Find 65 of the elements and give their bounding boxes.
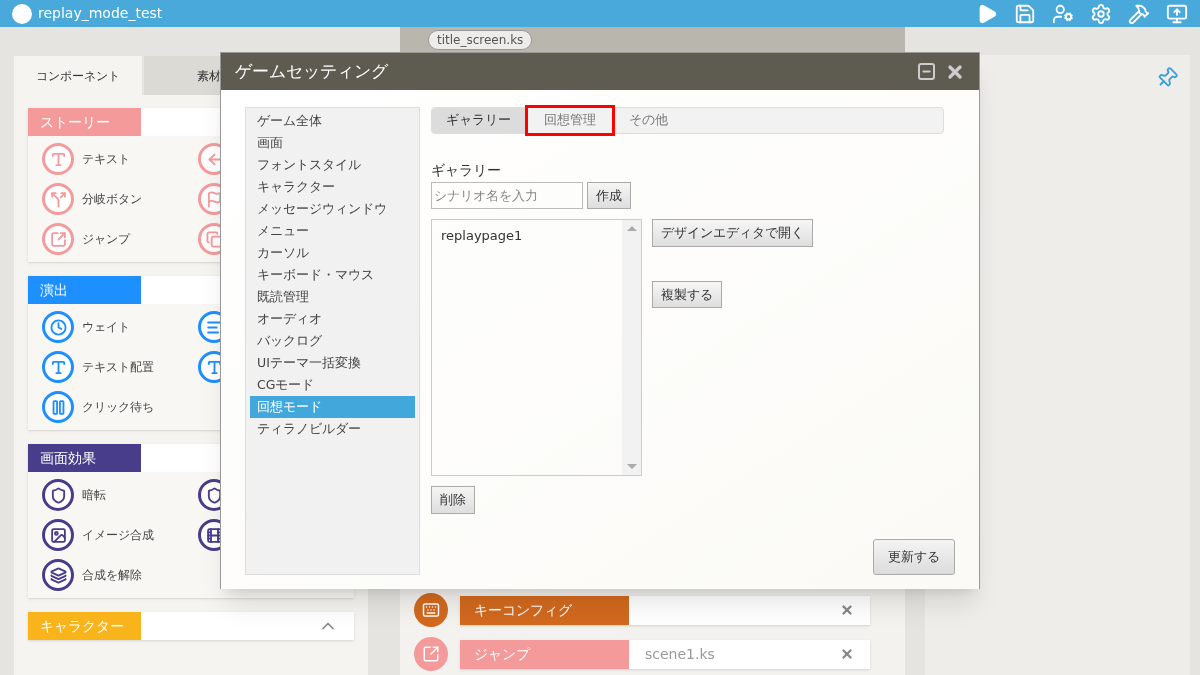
close-icon[interactable] [840,647,854,661]
settings-tab[interactable]: ギャラリー [432,108,525,133]
picture-icon [42,519,74,551]
nav-item[interactable]: 既読管理 [250,286,415,308]
nav-item[interactable]: バックログ [250,330,415,352]
scrollbar[interactable] [622,220,641,475]
close-icon[interactable] [840,603,854,617]
clock-icon [42,311,74,343]
export-icon[interactable] [1166,2,1188,25]
nav-item[interactable]: ゲーム全体 [250,110,415,132]
arrow-out-box-icon [42,223,74,255]
section-header[interactable]: 画面効果 [28,444,141,472]
component-label[interactable]: テキスト配置 [82,358,154,376]
row-value: scene1.ks [645,644,715,664]
row-label: ジャンプ [460,639,629,669]
nav-item[interactable]: キャラクター [250,176,415,198]
scenario-name-field[interactable]: シナリオ名を入力 [431,182,583,209]
duplicate-button[interactable]: 複製する [652,281,722,308]
list-item[interactable]: replaypage1 [441,226,613,246]
nav-item[interactable]: メニュー [250,220,415,242]
nav-item[interactable]: ティラノビルダー [250,418,415,440]
nav-item[interactable]: カーソル [250,242,415,264]
letter-t-icon [42,143,74,175]
open-editor-button[interactable]: デザインエディタで開く [652,219,813,247]
save-icon[interactable] [1014,2,1036,25]
nav-item[interactable]: 画面 [250,132,415,154]
scroll-up-icon[interactable] [626,226,637,231]
minimize-icon[interactable] [918,63,935,80]
row-label: キーコンフィグ [460,595,629,625]
letter-t-icon [42,351,74,383]
layers-icon [42,559,74,591]
nav-item[interactable]: メッセージウィンドウ [250,198,415,220]
logo-icon [12,3,32,24]
nav-item[interactable]: オーディオ [250,308,415,330]
nav-item[interactable]: キーボード・マウス [250,264,415,286]
component-label[interactable]: 合成を解除 [82,566,142,584]
component-label[interactable]: 暗転 [82,486,106,504]
timeline-row[interactable]: キーコンフィグ [460,595,870,625]
nav-item[interactable]: フォントスタイル [250,154,415,176]
pause-icon [42,391,74,423]
nav-item[interactable]: CGモード [250,374,415,396]
component-label[interactable]: イメージ合成 [82,526,154,544]
shield-icon [42,479,74,511]
delete-button[interactable]: 削除 [431,486,475,514]
project-title: replay_mode_test [38,4,163,23]
component-label[interactable]: テキスト [82,150,130,168]
update-button[interactable]: 更新する [873,539,955,575]
user-gear-icon[interactable] [1052,2,1074,25]
file-tab[interactable]: title_screen.ks [428,30,533,50]
component-label[interactable]: ウェイト [82,318,130,336]
split-arrows-icon [42,183,74,215]
panel-tab[interactable]: コンポーネント [14,56,142,95]
component-label[interactable]: クリック待ち [82,398,154,416]
hammer-icon[interactable] [1128,2,1150,25]
settings-icon[interactable] [1090,2,1112,25]
section-label: ギャラリー [431,161,502,180]
component-label[interactable]: ジャンプ [82,230,130,248]
create-button[interactable]: 作成 [587,182,631,209]
scroll-down-icon[interactable] [626,464,637,469]
settings-tab[interactable]: その他 [615,108,682,133]
component-label[interactable]: 分岐ボタン [82,190,142,208]
arrow-out-box-icon [414,637,448,671]
settings-tab[interactable]: 回想管理 [525,105,615,136]
nav-item[interactable]: UIテーマ一括変換 [250,352,415,374]
keyboard-icon [414,593,448,627]
